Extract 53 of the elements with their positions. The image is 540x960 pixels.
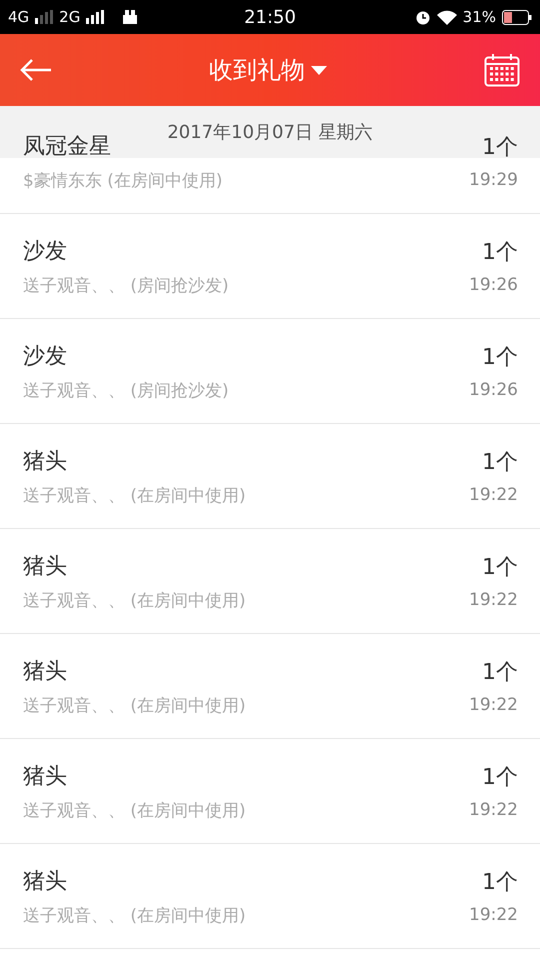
gift-sender: $豪情东东 (在房间中使用) [23,170,222,192]
header-title[interactable]: 收到礼物 [209,54,305,86]
alarm-icon [414,9,431,25]
gift-row[interactable]: 猪头 送子观音、、 (在房间中使用) 1个 19:22 [0,739,540,844]
gift-time: 19:26 [469,275,518,295]
gift-row[interactable]: 猪头 送子观音、、 (在房间中使用) 1个 19:22 [0,844,540,949]
gift-name: 猪头 [23,552,67,580]
gift-name: 沙发 [23,238,67,266]
gift-count: 1个 [482,764,518,792]
gift-row[interactable]: 猪头 送子观音、、 (在房间中使用) 1个 19:22 [0,424,540,529]
back-arrow-icon[interactable] [20,59,52,81]
wifi-icon [436,10,457,24]
signal-icon [35,10,54,24]
calendar-icon[interactable] [484,53,520,87]
caret-icon[interactable] [311,66,327,74]
gift-row[interactable]: 猪头 送子观音、、 (在房间中使用) 1个 19:22 [0,529,540,634]
gift-name: 沙发 [23,342,67,370]
gift-name: 猪头 [23,762,67,790]
gift-count: 1个 [482,449,518,477]
gift-name: 猪头 [23,868,67,896]
gift-count: 1个 [482,554,518,582]
gift-sender: 送子观音、、 (在房间中使用) [23,484,246,506]
clock-time: 21:50 [244,6,296,28]
gift-sender: 送子观音、、 (在房间中使用) [23,590,246,612]
gift-row[interactable]: 猪头 送子观音、、 (在房间中使用) 1个 19:22 [0,634,540,739]
network-label: 2G [59,8,80,26]
gift-count: 1个 [482,134,518,162]
gift-name: 猪头 [23,448,67,476]
gift-name: 猪头 [23,658,67,686]
gift-time: 19:22 [469,905,518,925]
network-label: 4G [8,8,30,26]
battery-percent: 31% [462,8,496,26]
gift-count: 1个 [482,239,518,267]
gift-row[interactable]: 沙发 送子观音、、 (房间抢沙发) 1个 19:26 [0,214,540,319]
gift-count: 1个 [482,869,518,897]
date-label: 2017年10月07日 星期六 [167,121,373,144]
gift-sender: 送子观音、、 (在房间中使用) [23,800,246,822]
gift-count: 1个 [482,344,518,372]
gift-row[interactable]: 沙发 送子观音、、 (房间抢沙发) 1个 19:26 [0,319,540,424]
gift-sender: 送子观音、、 (在房间中使用) [23,904,246,926]
gift-time: 19:26 [469,380,518,400]
gift-time: 19:22 [469,800,518,820]
gift-count: 1个 [482,659,518,687]
gift-time: 19:22 [469,590,518,610]
gift-sender: 送子观音、、 (房间抢沙发) [23,380,229,402]
gift-time: 19:29 [469,170,518,190]
battery-icon [502,10,532,24]
gift-time: 19:22 [469,695,518,715]
gift-time: 19:22 [469,485,518,505]
gift-sender: 送子观音、、 (在房间中使用) [23,694,246,716]
gift-name: 凤冠金星 [23,132,111,160]
gift-sender: 送子观音、、 (房间抢沙发) [23,274,229,296]
signal-icon [86,10,104,24]
